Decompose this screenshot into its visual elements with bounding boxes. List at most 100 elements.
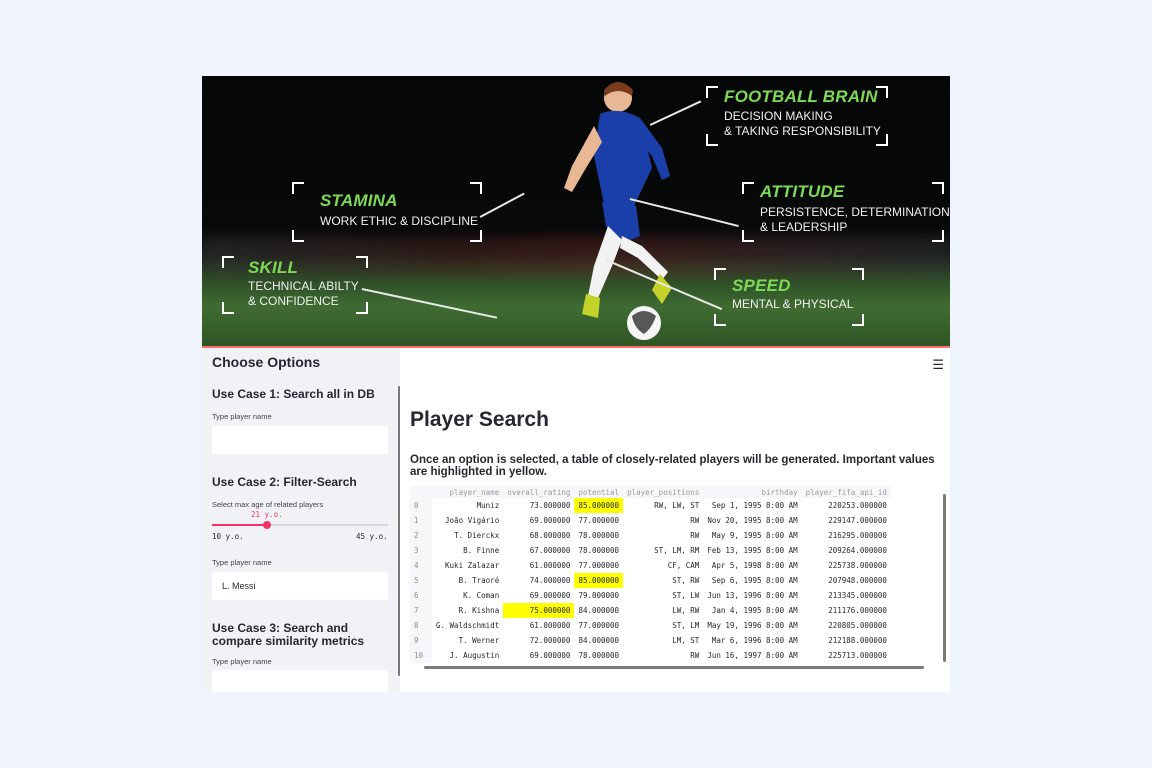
column-header[interactable]: player_fifa_api_id: [801, 486, 891, 498]
table-cell: 79.000000: [578, 591, 620, 600]
table-cell: 207948.000000: [828, 576, 887, 585]
app-frame: FOOTBALL BRAIN DECISION MAKING & TAKING …: [202, 76, 950, 692]
table-cell: 225738.000000: [828, 561, 887, 570]
table-vertical-scrollbar[interactable]: [943, 494, 946, 662]
feature-title-speed: SPEED: [732, 276, 791, 295]
use-case-1-name-input[interactable]: [212, 426, 388, 454]
bracket: [932, 230, 944, 242]
feature-text: MENTAL & PHYSICAL: [732, 297, 854, 311]
bracket: [222, 256, 234, 268]
use-case-2-label: Type player name: [212, 558, 272, 567]
table-cell: 85.000000: [574, 573, 624, 588]
table-cell: 69.000000: [529, 591, 571, 600]
table-cell: 69.000000: [529, 651, 571, 660]
table-cell: João Vigário: [445, 516, 500, 525]
results-table-wrapper: player_name overall_rating potential player…: [410, 486, 948, 664]
table-cell: CF, CAM: [667, 561, 700, 570]
table-cell: R. Kishna: [458, 606, 500, 615]
table-cell: Muniz: [476, 501, 500, 510]
table-cell: 68.000000: [529, 531, 571, 540]
table-cell: May 9, 1995 8:00 AM: [711, 531, 798, 540]
row-index: 8: [410, 618, 432, 633]
column-header[interactable]: potential: [574, 486, 624, 498]
index-header[interactable]: [410, 486, 432, 498]
bracket: [706, 134, 718, 146]
table-cell: B. Finne: [463, 546, 500, 555]
age-slider-track[interactable]: [212, 524, 388, 526]
table-row: 5 B. Traoré 74.000000 85.000000 ST, RW Sep 6,…: [410, 573, 891, 588]
table-cell: LW, RW: [672, 606, 700, 615]
bracket: [222, 302, 234, 314]
table-cell: T. Dierckx: [454, 531, 500, 540]
table-cell: 212188.000000: [828, 636, 887, 645]
table-cell: Kuki Zalazar: [445, 561, 500, 570]
row-index: 1: [410, 513, 432, 528]
sidebar: Choose Options Use Case 1: Search all in…: [202, 348, 400, 692]
table-cell: 78.000000: [578, 546, 620, 555]
column-header[interactable]: birthday: [703, 486, 802, 498]
page-title: Player Search: [410, 408, 549, 431]
feature-text: & TAKING RESPONSIBILITY: [724, 124, 881, 138]
bracket: [470, 230, 482, 242]
table-cell: 78.000000: [578, 531, 620, 540]
table-row: 1 João Vigário 69.000000 77.000000 RW Nov 20,…: [410, 513, 891, 528]
bracket: [292, 182, 304, 194]
table-cell: ST, LM, RM: [654, 546, 700, 555]
feature-text: DECISION MAKING: [724, 109, 833, 123]
age-slider-thumb[interactable]: [262, 521, 271, 529]
page-description: Once an option is selected, a table of c…: [410, 454, 935, 478]
use-case-1-heading: Use Case 1: Search all in DB: [212, 387, 375, 401]
sidebar-title: Choose Options: [212, 354, 321, 370]
table-cell: Sep 1, 1995 8:00 AM: [711, 501, 798, 510]
use-case-3-heading: Use Case 3: Search and compare similarit…: [212, 622, 364, 648]
table-cell: 73.000000: [529, 501, 571, 510]
table-cell: Jun 16, 1997 8:00 AM: [707, 651, 798, 660]
table-header-row: player_name overall_rating potential player…: [410, 486, 891, 498]
table-cell: 225713.000000: [828, 651, 887, 660]
feature-title-football-brain: FOOTBALL BRAIN: [724, 87, 878, 106]
age-slider-fill: [212, 524, 267, 526]
table-cell: Jun 13, 1996 8:00 AM: [707, 591, 798, 600]
main-content: ☰ Player Search Once an option is select…: [400, 348, 950, 692]
row-index: 7: [410, 603, 432, 618]
table-row: 9 T. Werner 72.000000 84.000000 LM, ST Mar 6,…: [410, 633, 891, 648]
row-index: 6: [410, 588, 432, 603]
use-case-3-heading-line: compare similarity metrics: [212, 634, 365, 648]
bracket: [714, 314, 726, 326]
feature-text: WORK ETHIC & DISCIPLINE: [320, 214, 479, 228]
column-header[interactable]: player_name: [432, 486, 504, 498]
table-cell: ST, RW: [672, 576, 700, 585]
table-cell: May 19, 1996 8:00 AM: [707, 621, 798, 630]
table-row: 6 K. Coman 69.000000 79.000000 ST, LW Jun 13,…: [410, 588, 891, 603]
table-cell: 84.000000: [578, 606, 620, 615]
table-cell: 77.000000: [578, 621, 620, 630]
table-row: 4 Kuki Zalazar 61.000000 77.000000 CF, CAM Ap…: [410, 558, 891, 573]
column-header[interactable]: overall_rating: [503, 486, 575, 498]
age-slider-max: 45 y.o.: [356, 532, 388, 541]
feature-text: PERSISTENCE, DETERMINATION: [760, 205, 950, 219]
bracket: [742, 230, 754, 242]
table-cell: 77.000000: [578, 561, 620, 570]
table-cell: 229147.000000: [828, 516, 887, 525]
use-case-3-name-input[interactable]: [212, 670, 388, 692]
table-row: 8 G. Waldschmidt 61.000000 77.000000 ST, LM M…: [410, 618, 891, 633]
table-cell: 220805.000000: [828, 621, 887, 630]
table-cell: ST, LM: [672, 621, 700, 630]
use-case-2-name-input[interactable]: L. Messi: [212, 572, 388, 600]
age-slider-label: Select max age of related players: [212, 500, 324, 509]
table-cell: G. Waldschmidt: [436, 621, 500, 630]
table-cell: 209264.000000: [828, 546, 887, 555]
table-cell: 61.000000: [529, 561, 571, 570]
hamburger-icon[interactable]: ☰: [932, 358, 944, 373]
table-cell: 84.000000: [578, 636, 620, 645]
table-cell: RW, LW, ST: [654, 501, 700, 510]
table-cell: T. Werner: [458, 636, 500, 645]
feature-text: TECHNICAL ABILTY: [248, 279, 359, 293]
table-cell: 211176.000000: [828, 606, 887, 615]
table-cell: LM, ST: [672, 636, 700, 645]
table-row: 7 R. Kishna 75.000000 84.000000 LW, RW Jan 4,…: [410, 603, 891, 618]
table-horizontal-scrollbar[interactable]: [424, 666, 924, 669]
bracket: [852, 314, 864, 326]
bracket: [852, 268, 864, 280]
column-header[interactable]: player_positions: [623, 486, 704, 498]
